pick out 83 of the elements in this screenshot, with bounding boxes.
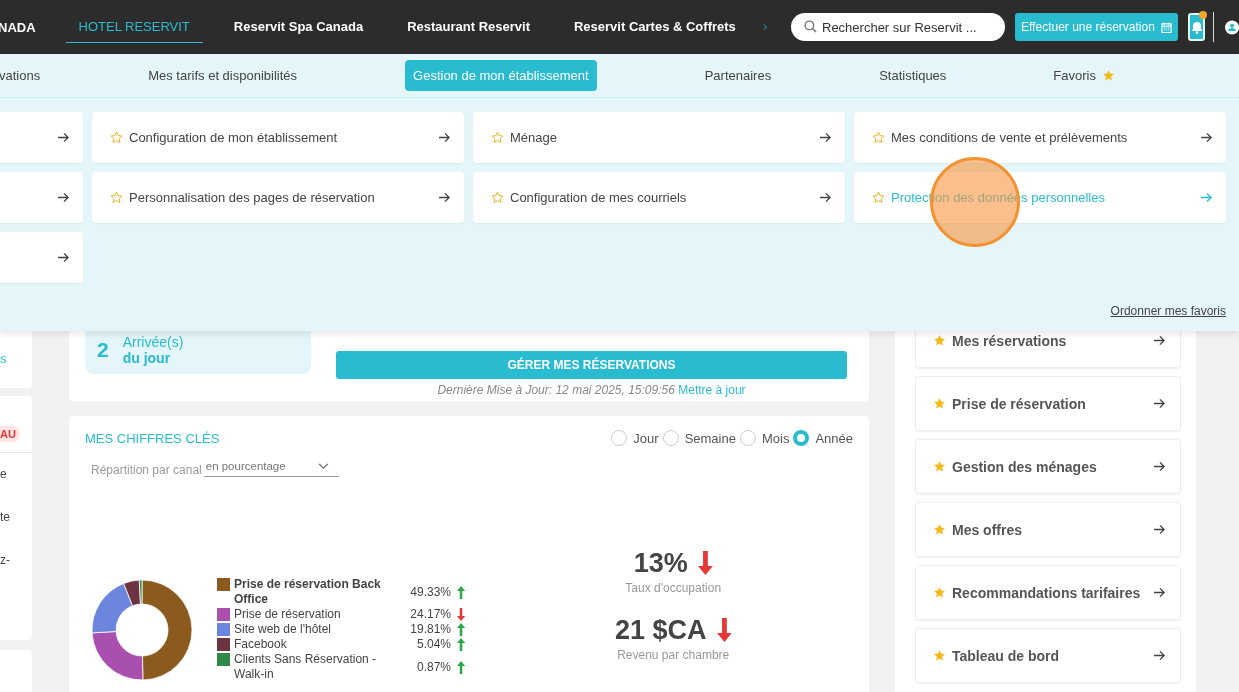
chevron-right-icon[interactable]: [762, 21, 767, 33]
arrow-right-icon: [1153, 587, 1166, 598]
breakdown-label: Répartition par canal: [91, 463, 202, 477]
star-icon[interactable]: [872, 131, 885, 144]
menu-card[interactable]: Configuration de mon établissement: [92, 112, 464, 163]
menu-card[interactable]: Ménage: [473, 112, 845, 163]
star-icon[interactable]: [872, 191, 885, 204]
legend-label: Prise de réservation: [234, 607, 342, 622]
star-icon[interactable]: [491, 191, 504, 204]
search-icon: [804, 20, 817, 33]
period-radio[interactable]: Année: [793, 430, 853, 446]
nav-tab[interactable]: Reservit Cartes & Coffrets: [561, 0, 749, 54]
period-radio[interactable]: Semaine: [662, 430, 736, 446]
legend-label: Clients Sans Réservation - Walk-in: [234, 652, 378, 682]
favorite-item[interactable]: Mes offres: [915, 502, 1181, 557]
arrow-right-icon: [1153, 524, 1166, 535]
calendar-icon: [1160, 21, 1172, 33]
arrow-right-icon: [819, 192, 832, 203]
sidebar-text: z-: [0, 553, 10, 567]
arrow-right-icon: [1200, 132, 1213, 143]
arrivals-count: 2: [97, 337, 109, 362]
legend-percent: 0.87%: [415, 659, 451, 675]
kpi-label: Revenu par chambre: [617, 647, 730, 662]
period-radio[interactable]: Jour: [611, 430, 659, 446]
favorite-item[interactable]: Prise de réservation: [915, 376, 1181, 431]
nav-tab[interactable]: Restaurant Reservit: [394, 0, 543, 54]
period-radio[interactable]: Mois: [739, 430, 790, 446]
star-icon[interactable]: [933, 397, 946, 410]
star-icon[interactable]: [933, 586, 946, 599]
star-icon[interactable]: [933, 649, 946, 662]
sidebar-text: e: [0, 467, 7, 481]
star-icon[interactable]: [933, 334, 946, 347]
legend-label: Prise de réservation Back Office: [234, 577, 382, 607]
nav-link[interactable]: Partenaires: [704, 68, 772, 83]
radio-circle[interactable]: [793, 430, 810, 446]
arrow-right-icon: [57, 132, 70, 143]
star-icon[interactable]: [110, 131, 123, 144]
breakdown-select[interactable]: en pourcentage: [203, 460, 339, 477]
star-icon[interactable]: [933, 460, 946, 473]
search-field[interactable]: Rechercher sur Reservit ...: [791, 13, 1005, 41]
last-update-text: Dernière Mise à Jour: 12 mai 2025, 15:09:56: [437, 383, 675, 397]
favorite-item[interactable]: Tableau de bord: [915, 628, 1181, 683]
legend-percent: 19.81%: [409, 622, 451, 637]
nav-link[interactable]: Favoris: [1053, 68, 1096, 83]
arrow-right-icon: [438, 132, 451, 143]
nav-tab[interactable]: Reservit Spa Canada: [220, 0, 377, 54]
legend-percent: 24.17%: [409, 607, 451, 622]
nav-link[interactable]: Mes tarifs et disponibilités: [148, 68, 298, 83]
kpi-value: 13%: [633, 547, 688, 579]
star-icon[interactable]: [1101, 69, 1115, 82]
favorite-item[interactable]: Gestion des ménages: [915, 439, 1181, 494]
legend-percent: 49.33%: [409, 584, 451, 600]
chevron-down-icon: [317, 462, 329, 470]
arrivals-label: du jour: [122, 349, 171, 366]
arrow-right-icon: [1153, 335, 1166, 346]
arrow-right-icon: [1153, 398, 1166, 409]
arrow-right-icon: [1153, 650, 1166, 661]
star-icon[interactable]: [110, 191, 123, 204]
menu-card[interactable]: Mes conditions de vente et prélèvements: [854, 112, 1226, 163]
legend-label: Site web de l'hôtel: [234, 622, 333, 637]
arrow-right-icon: [819, 132, 832, 143]
legend-percent: 5.04%: [415, 637, 451, 652]
nav-link[interactable]: Statistiques: [879, 68, 947, 83]
kpi-value: 21 $CA: [615, 614, 707, 646]
status-badge: AU: [0, 426, 20, 442]
kpi-label: Taux d'occupation: [625, 580, 722, 595]
arrow-right-icon: [1153, 461, 1166, 472]
bell-icon: [1190, 20, 1203, 34]
arrow-right-icon: [57, 252, 70, 263]
notifications-button[interactable]: [1187, 13, 1206, 41]
sidebar-text: te: [0, 510, 10, 524]
legend-label: Facebook: [234, 637, 288, 652]
menu-card[interactable]: Personnalisation des pages de réservation: [92, 172, 464, 223]
section-title: MES CHIFFRES CLÉS: [85, 430, 220, 446]
favorite-item[interactable]: Recommandations tarifaires: [915, 565, 1181, 620]
arrow-right-icon: [57, 192, 70, 203]
arrow-right-icon: [1200, 192, 1213, 203]
menu-card[interactable]: Configuration de mes courriels: [473, 172, 845, 223]
nav-tab[interactable]: HOTEL RESERVIT: [65, 0, 203, 43]
star-icon[interactable]: [491, 131, 504, 144]
star-icon[interactable]: [933, 523, 946, 536]
arrow-right-icon: [438, 192, 451, 203]
arrivals-label: Arrivée(s): [122, 333, 184, 350]
